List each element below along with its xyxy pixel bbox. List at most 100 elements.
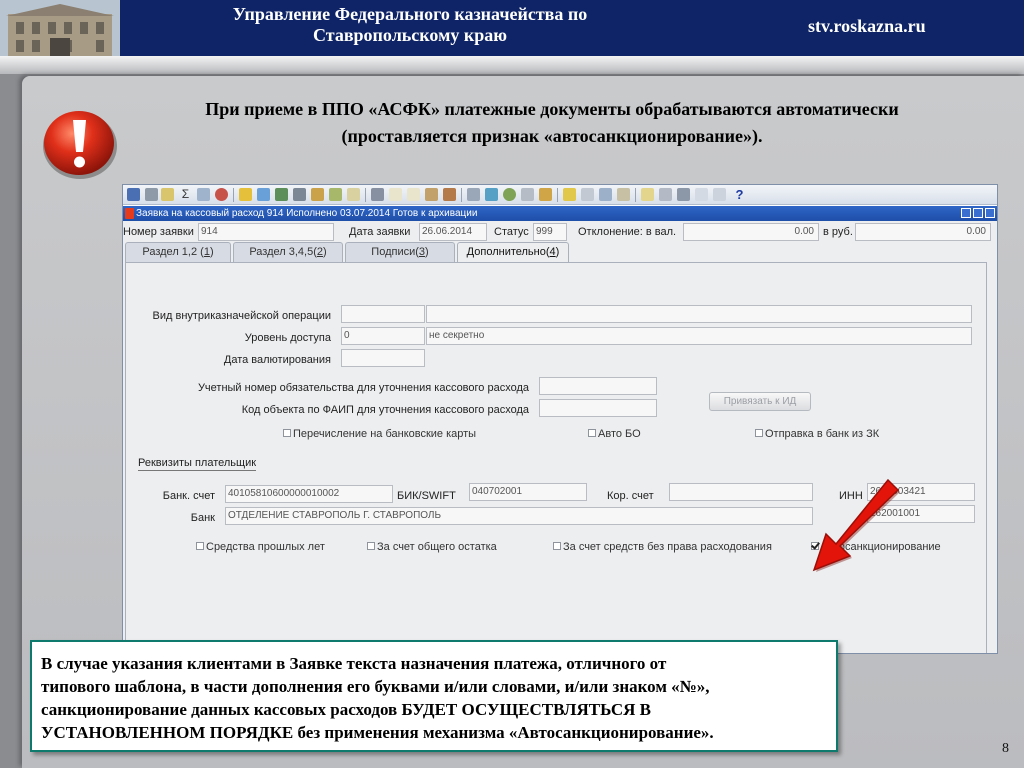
cut-icon[interactable] — [371, 188, 384, 201]
window-titlebar[interactable]: Заявка на кассовый расход 914 Исполнено … — [123, 206, 997, 221]
toolbar-separator — [557, 188, 558, 202]
tab-section-3-4-5[interactable]: Раздел 3,4,5(2) — [233, 242, 343, 262]
window-icon[interactable] — [659, 188, 672, 201]
clock-icon[interactable] — [215, 188, 228, 201]
status-field[interactable]: 999 — [533, 223, 567, 241]
request-date-label: Дата заявки — [349, 226, 411, 238]
undo-icon[interactable] — [407, 188, 420, 201]
sigma-icon[interactable]: Σ — [179, 188, 192, 201]
maximize-button[interactable] — [973, 208, 983, 218]
form-icon — [125, 208, 134, 219]
header-title-line1: Управление Федерального казначейства по — [232, 4, 588, 24]
access-level-code-field[interactable]: 0 — [341, 327, 425, 345]
auto-bo-checkbox[interactable]: Авто БО — [588, 428, 641, 441]
report-icon[interactable] — [275, 188, 288, 201]
bottle-icon[interactable] — [617, 188, 630, 201]
checkbox-box[interactable] — [755, 429, 763, 437]
rub-field[interactable]: 0.00 — [855, 223, 991, 241]
tab-suffix: ) — [555, 246, 560, 258]
deviation-field[interactable]: 0.00 — [683, 223, 819, 241]
tab-label: Раздел 1,2 ( — [142, 246, 204, 258]
import-icon[interactable] — [521, 188, 534, 201]
tab-section-1-2[interactable]: Раздел 1,2 (1) — [125, 242, 231, 262]
checkbox-box[interactable] — [553, 542, 561, 550]
prior-years-checkbox[interactable]: Средства прошлых лет — [196, 541, 325, 554]
checkbox-box[interactable] — [196, 542, 204, 550]
tab-additional[interactable]: Дополнительно(4) — [457, 242, 569, 262]
bind-to-id-button[interactable]: Привязать к ИД — [709, 392, 811, 411]
corr-account-field[interactable] — [669, 483, 813, 501]
folder-icon[interactable] — [293, 188, 306, 201]
close-button[interactable] — [985, 208, 995, 218]
export-icon[interactable] — [503, 188, 516, 201]
slide-header: Управление Федерального казначейства по … — [0, 0, 1024, 56]
paste-icon[interactable] — [389, 188, 402, 201]
status-label: Статус — [494, 226, 529, 238]
tab-suffix: ) — [323, 246, 327, 258]
bank-cards-label: Перечисление на банковские карты — [293, 428, 477, 440]
value-date-field[interactable] — [341, 349, 425, 367]
auto-bo-label: Авто БО — [598, 428, 641, 440]
checkbox-box[interactable] — [283, 429, 291, 437]
operation-type-code-field[interactable] — [341, 305, 425, 323]
doc-icon[interactable] — [347, 188, 360, 201]
deviation-label: Отклонение: в вал. — [578, 226, 677, 238]
request-no-label: Номер заявки — [123, 226, 194, 238]
no-spend-right-checkbox[interactable]: За счет средств без права расходования — [553, 541, 772, 554]
find-icon[interactable] — [161, 188, 174, 201]
prior-years-label: Средства прошлых лет — [206, 541, 325, 553]
help-icon[interactable]: ? — [733, 188, 746, 201]
total-balance-checkbox[interactable]: За счет общего остатка — [367, 541, 497, 554]
stop-icon[interactable] — [467, 188, 480, 201]
lock-icon[interactable] — [485, 188, 498, 201]
header-site-url: stv.roskazna.ru — [808, 16, 926, 36]
access-level-name-field[interactable]: не секретно — [426, 327, 972, 345]
attach-icon[interactable] — [311, 188, 324, 201]
tab-label: Дополнительно( — [466, 246, 550, 258]
corr-account-label: Кор. счет — [607, 490, 654, 502]
bank-name-field[interactable]: ОТДЕЛЕНИЕ СТАВРОПОЛЬ Г. СТАВРОПОЛЬ — [225, 507, 813, 525]
tab-signatures[interactable]: Подписи(3) — [345, 242, 455, 262]
toolbar-separator — [365, 188, 366, 202]
bik-label: БИК/SWIFT — [397, 490, 456, 502]
bank-label: Банк — [190, 512, 215, 524]
bank-account-field[interactable]: 40105810600000010002 — [225, 485, 393, 503]
send-bank-checkbox[interactable]: Отправка в банк из ЗК — [755, 428, 879, 441]
save-icon[interactable] — [127, 188, 140, 201]
window-icon[interactable] — [677, 188, 690, 201]
checkbox-box[interactable] — [367, 542, 375, 550]
note-line-3: санкционирование данных кассовых расходо… — [41, 700, 652, 719]
note-box: В случае указания клиентами в Заявке тек… — [30, 640, 838, 752]
list-icon[interactable] — [581, 188, 594, 201]
checkbox-box[interactable] — [588, 429, 596, 437]
redo-icon[interactable] — [425, 188, 438, 201]
window-icon[interactable] — [641, 188, 654, 201]
clip-icon[interactable] — [563, 188, 576, 201]
faip-code-field[interactable] — [539, 399, 657, 417]
gear-icon[interactable] — [599, 188, 612, 201]
print-icon[interactable] — [145, 188, 158, 201]
building-photo — [0, 0, 120, 56]
settings-icon[interactable] — [443, 188, 456, 201]
bank-account-label: Банк. счет — [162, 490, 215, 502]
minimize-button[interactable] — [961, 208, 971, 218]
send-bank-label: Отправка в банк из ЗК — [765, 428, 880, 440]
edit-icon[interactable] — [239, 188, 252, 201]
window-icon[interactable] — [695, 188, 708, 201]
copy-icon[interactable] — [197, 188, 210, 201]
obligation-no-label: Учетный номер обязательства для уточнени… — [197, 382, 529, 394]
heading-line1: При приеме в ППО «АСФК» платежные докуме… — [205, 99, 899, 119]
chart-icon[interactable] — [539, 188, 552, 201]
request-date-field[interactable]: 26.06.2014 — [419, 223, 487, 241]
operation-type-name-field[interactable] — [426, 305, 972, 323]
bank-cards-checkbox[interactable]: Перечисление на банковские карты — [283, 428, 476, 441]
request-no-field[interactable]: 914 — [198, 223, 334, 241]
no-spend-right-label: За счет средств без права расходования — [563, 541, 772, 553]
form-area: Номер заявки 914 Дата заявки 26.06.2014 … — [123, 221, 997, 653]
header-divider — [0, 56, 1024, 74]
window-icon[interactable] — [713, 188, 726, 201]
obligation-no-field[interactable] — [539, 377, 657, 395]
pen-icon[interactable] — [329, 188, 342, 201]
filter-icon[interactable] — [257, 188, 270, 201]
bik-field[interactable]: 040702001 — [469, 483, 587, 501]
